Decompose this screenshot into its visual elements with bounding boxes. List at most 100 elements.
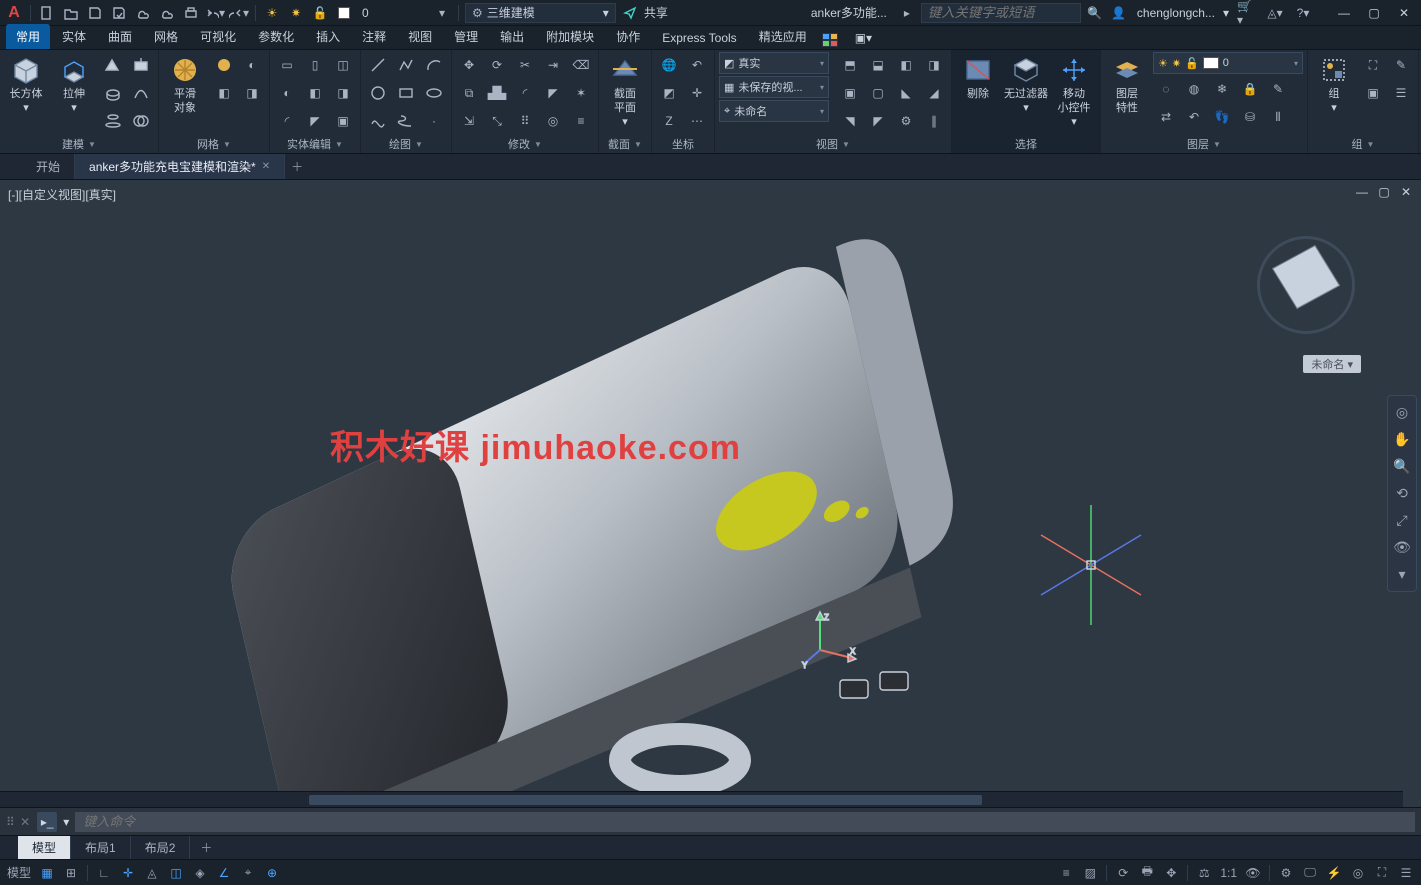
status-clean-icon[interactable]: ⛶ (1371, 863, 1393, 883)
ribbon-tab-expresstools[interactable]: Express Tools (652, 27, 746, 49)
window-minimize-button[interactable]: — (1331, 3, 1357, 23)
ucs-prev-icon[interactable]: ↶ (684, 52, 710, 78)
view-seiso-icon[interactable]: ◢ (921, 80, 947, 106)
qat-saveas-icon[interactable] (109, 3, 129, 23)
nav-pan-icon[interactable]: ✋ (1393, 431, 1410, 448)
cmdline-grip-icon[interactable]: ⠿ ✕ (6, 815, 31, 829)
box-button[interactable]: 长方体▾ (4, 52, 48, 116)
view-top-icon[interactable]: ⬒ (837, 52, 863, 78)
status-3dprint-icon[interactable]: 🖶 (1136, 863, 1158, 883)
share-label[interactable]: 共享 (644, 4, 668, 21)
command-input[interactable] (75, 812, 1415, 832)
status-isolate-icon[interactable]: ◎ (1347, 863, 1369, 883)
app-switcher-icon[interactable]: ◬▾ (1265, 3, 1285, 23)
layer-prev-icon[interactable]: ↶ (1181, 104, 1207, 130)
qat-plot-icon[interactable] (181, 3, 201, 23)
circle-icon[interactable] (365, 80, 391, 106)
qat-open-icon[interactable] (61, 3, 81, 23)
status-customize-icon[interactable]: ☰ (1395, 863, 1417, 883)
status-workspace-icon[interactable]: ⚙ (1275, 863, 1297, 883)
view-back-icon[interactable]: ▢ (865, 80, 891, 106)
status-monitor-icon[interactable]: 🖵 (1299, 863, 1321, 883)
chamfer-icon[interactable]: ◤ (540, 80, 566, 106)
status-hardware-icon[interactable]: ⚡ (1323, 863, 1345, 883)
ribbon-tab-insert[interactable]: 插入 (306, 24, 350, 49)
view-bottom-icon[interactable]: ⬓ (865, 52, 891, 78)
layer-make-icon[interactable]: ✎ (1265, 76, 1291, 102)
layer-iso-icon[interactable]: ◍ (1181, 76, 1207, 102)
layer-on-icon[interactable]: ☀ (262, 3, 282, 23)
ribbon-apps-icon[interactable] (819, 31, 841, 49)
qat-new-icon[interactable] (37, 3, 57, 23)
status-gizmo-icon[interactable]: ✥ (1160, 863, 1182, 883)
ribbon-tab-annotate[interactable]: 注释 (352, 24, 396, 49)
file-tab-close-icon[interactable]: ✕ (262, 161, 270, 172)
layer-picker[interactable]: ☀ ✷ 🔓 0 ▾ (1153, 52, 1303, 74)
ucs-z-icon[interactable]: Z (656, 108, 682, 134)
status-otrack-icon[interactable]: ∠ (213, 863, 235, 883)
section-plane-button[interactable]: 截面 平面▾ (603, 52, 647, 130)
viewcube[interactable] (1251, 230, 1361, 340)
layer-state-icon[interactable]: ⛁ (1237, 104, 1263, 130)
face-rotate-icon[interactable]: ◐ (274, 80, 300, 106)
qat-layer-dropdown-icon[interactable]: ▾ (432, 3, 452, 23)
status-dyn-icon[interactable]: ⊕ (261, 863, 283, 883)
edge-chamfer-icon[interactable]: ◤ (302, 108, 328, 134)
cull-button[interactable]: 剔除 (956, 52, 1000, 102)
named-view-picker[interactable]: ⌖ 未命名▾ (719, 100, 829, 122)
help-icon[interactable]: ?▾ (1293, 3, 1313, 23)
layout-tab-layout1[interactable]: 布局1 (71, 836, 131, 859)
ucs-world-icon[interactable]: 🌐 (656, 52, 682, 78)
helix-icon[interactable] (393, 108, 419, 134)
status-iso-icon[interactable]: ◬ (141, 863, 163, 883)
sweep-icon[interactable] (128, 80, 154, 106)
edge-fillet-icon[interactable]: ◜ (274, 108, 300, 134)
ribbon-tab-featured[interactable]: 精选应用 (749, 24, 817, 49)
ribbon-tab-collaborate[interactable]: 协作 (606, 24, 650, 49)
mesh-refine-icon[interactable]: ◧ (211, 80, 237, 106)
ribbon-tab-surface[interactable]: 曲面 (98, 24, 142, 49)
status-transparency-icon[interactable]: ▨ (1079, 863, 1101, 883)
title-filename-caret-icon[interactable]: ▸ (897, 3, 917, 23)
shell-icon[interactable]: ▣ (330, 108, 356, 134)
nofilter-button[interactable]: 无过滤器▾ (1004, 52, 1048, 116)
layer-merge-icon[interactable]: ⫴ (1265, 104, 1291, 130)
mirror-icon[interactable]: ▟▙ (484, 80, 510, 106)
layer-properties-button[interactable]: 图层 特性 (1105, 52, 1149, 116)
erase-icon[interactable]: ⌫ (568, 52, 594, 78)
status-annovis-icon[interactable]: 👁 (1242, 863, 1264, 883)
ribbon-tab-visualize[interactable]: 可视化 (190, 24, 246, 49)
status-3dosnap-icon[interactable]: ◈ (189, 863, 211, 883)
face-taper-icon[interactable]: ◧ (302, 80, 328, 106)
ucs-3pt-icon[interactable]: ⋯ (684, 108, 710, 134)
layout-tab-layout2[interactable]: 布局2 (131, 836, 191, 859)
offset-icon[interactable]: ◎ (540, 108, 566, 134)
mesh-crease-icon[interactable]: ◨ (239, 80, 265, 106)
qat-redo-icon[interactable]: ▾ (229, 3, 249, 23)
viewcube-label[interactable]: 未命名 ▾ (1303, 355, 1361, 373)
mesh-convert-icon[interactable]: ◐ (239, 52, 265, 78)
status-model-button[interactable]: 模型 (4, 863, 34, 883)
polyline-icon[interactable] (393, 52, 419, 78)
explode-icon[interactable]: ✶ (568, 80, 594, 106)
layer-match-icon[interactable]: ⇄ (1153, 104, 1179, 130)
face-offset-icon[interactable]: ◫ (330, 52, 356, 78)
view-state-picker[interactable]: ▦ 未保存的视...▾ (719, 76, 829, 98)
qat-undo-icon[interactable]: ▾ (205, 3, 225, 23)
trim-icon[interactable]: ✂ (512, 52, 538, 78)
ribbon-tab-home[interactable]: 常用 (6, 24, 50, 49)
view-nwiso-icon[interactable]: ◤ (865, 108, 891, 134)
layout-tab-model[interactable]: 模型 (18, 836, 71, 859)
group-edit-icon[interactable]: ✎ (1388, 52, 1414, 78)
extrude-button[interactable]: 拉伸▾ (52, 52, 96, 116)
move-icon[interactable]: ✥ (456, 52, 482, 78)
view-right-icon[interactable]: ◨ (921, 52, 947, 78)
ellipse-icon[interactable] (421, 80, 447, 106)
nav-zoom-icon[interactable]: 🔍 (1393, 458, 1410, 475)
view-left-icon[interactable]: ◧ (893, 52, 919, 78)
layer-color-swatch[interactable] (334, 3, 354, 23)
smooth-object-button[interactable]: 平滑 对象 (163, 52, 207, 116)
status-ducs-icon[interactable]: ⌖ (237, 863, 259, 883)
ribbon-expand-icon[interactable]: ▣▾ (845, 27, 882, 49)
status-scale-label[interactable]: 1:1 (1217, 863, 1240, 883)
